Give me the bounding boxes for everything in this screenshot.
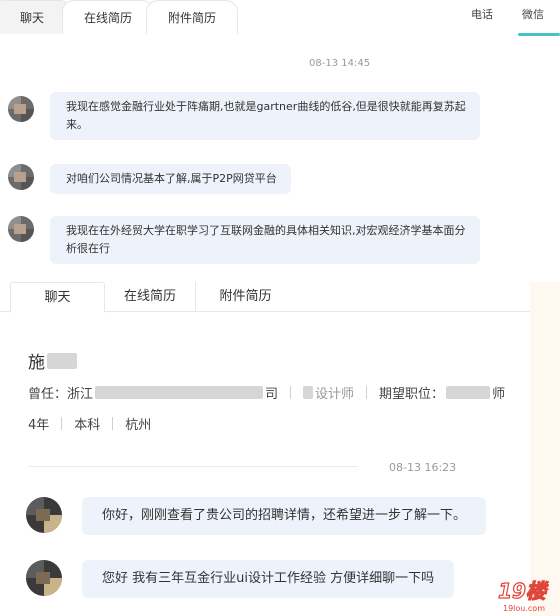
top-tab-bar: 聊天 在线简历 附件简历 电话 微信: [0, 0, 560, 36]
active-indicator: [518, 33, 560, 36]
divider: [112, 417, 114, 430]
chat-message: 对咱们公司情况基本了解,属于P2P网贷平台: [8, 164, 291, 194]
tab-online-resume-label: 在线简历: [123, 289, 176, 304]
former-employer-suffix: 司: [265, 387, 279, 402]
chat-message: 您好 我有三年互金行业ui设计工作经验 方便详细聊一下吗: [26, 560, 455, 598]
tab-online-resume[interactable]: 在线简历: [62, 0, 154, 34]
expected-position-suffix: 师: [492, 387, 506, 402]
experience-years: 4年: [28, 418, 50, 433]
candidate-name: 施: [28, 348, 77, 373]
bottom-chat-panel: 聊天 在线简历 附件简历 施 曾任：浙江 司 设计师 期望职位： 师 4年 本科…: [0, 282, 560, 616]
watermark-domain: 19lou.com: [503, 604, 545, 613]
avatar: [26, 560, 62, 596]
bottom-tab-bar: 聊天 在线简历 附件简历: [0, 282, 530, 313]
tab-chat-label: 聊天: [19, 11, 44, 25]
candidate-details: 4年 本科 杭州: [28, 414, 151, 433]
message-bubble: 你好，刚刚查看了贵公司的招聘详情，还希望进一步了解一下。: [82, 497, 487, 535]
expected-position-label: 期望职位：: [379, 387, 445, 402]
watermark-logo: 19楼 19lou.com: [497, 578, 549, 613]
divider: [366, 386, 368, 399]
redacted-role: [303, 386, 314, 399]
divider: [290, 386, 292, 399]
avatar: [26, 497, 62, 533]
former-role: 设计师: [315, 387, 355, 402]
tab-attachment-resume[interactable]: 附件简历: [195, 282, 295, 312]
chat-message: 你好，刚刚查看了贵公司的招聘详情，还希望进一步了解一下。: [26, 497, 487, 535]
watermark-text: 19楼: [498, 579, 549, 603]
avatar: [8, 216, 34, 242]
former-employer-label: 曾任：浙江: [28, 387, 94, 402]
tab-online-resume[interactable]: 在线简历: [105, 282, 195, 312]
avatar: [8, 96, 34, 122]
tab-chat-label: 聊天: [44, 290, 71, 305]
redacted-expected: [446, 386, 491, 399]
message-timestamp: 08-13 14:45: [309, 58, 371, 69]
phone-link[interactable]: 电话: [471, 0, 493, 30]
redacted-name: [47, 352, 77, 369]
education-level: 本科: [74, 418, 101, 433]
tab-attachment-resume-label: 附件简历: [219, 289, 272, 304]
tab-chat[interactable]: 聊天: [10, 282, 105, 313]
chat-message: 我现在感觉金融行业处于阵痛期,也就是gartner曲线的低谷,但是很快就能再复苏…: [8, 92, 480, 140]
candidate-surname: 施: [28, 353, 45, 373]
message-bubble: 您好 我有三年互金行业ui设计工作经验 方便详细聊一下吗: [82, 560, 455, 598]
tab-attachment-resume[interactable]: 附件简历: [146, 0, 238, 34]
message-bubble: 我现在在外经贸大学在职学习了互联网金融的具体相关知识,对宏观经济学基本面分析很在…: [50, 216, 480, 264]
divider: [61, 417, 63, 430]
career-info: 曾任：浙江 司 设计师 期望职位： 师: [28, 383, 505, 402]
message-bubble: 对咱们公司情况基本了解,属于P2P网贷平台: [50, 164, 291, 194]
tab-attachment-resume-label: 附件简历: [167, 11, 216, 25]
section-divider: [28, 466, 358, 467]
chat-message: 我现在在外经贸大学在职学习了互联网金融的具体相关知识,对宏观经济学基本面分析很在…: [8, 216, 480, 264]
wechat-link[interactable]: 微信: [522, 0, 544, 30]
top-chat-panel: 聊天 在线简历 附件简历 电话 微信 08-13 14:45 我现在感觉金融行业…: [0, 0, 560, 282]
tab-online-resume-label: 在线简历: [83, 11, 132, 25]
message-bubble: 我现在感觉金融行业处于阵痛期,也就是gartner曲线的低谷,但是很快就能再复苏…: [50, 92, 480, 140]
location: 杭州: [125, 418, 152, 433]
avatar: [8, 164, 34, 190]
redacted-employer: [95, 386, 264, 399]
candidate-card: 聊天 在线简历 附件简历 施 曾任：浙江 司 设计师 期望职位： 师 4年 本科…: [0, 282, 530, 616]
message-timestamp: 08-13 16:23: [389, 461, 457, 474]
